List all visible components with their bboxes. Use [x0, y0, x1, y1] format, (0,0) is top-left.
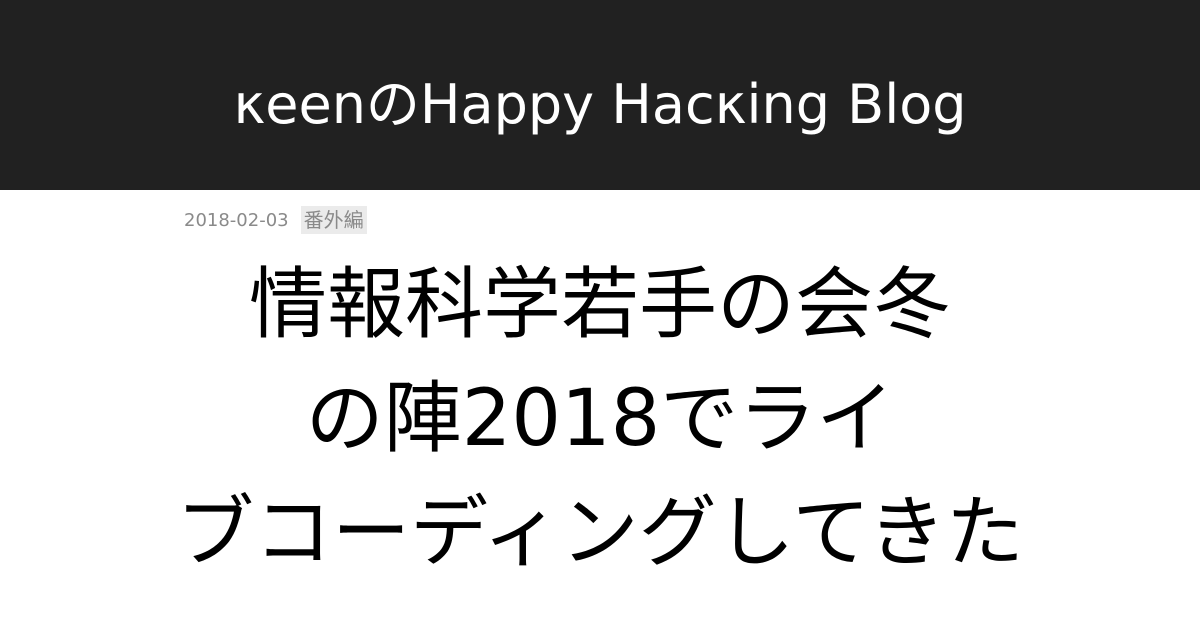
post-title-line: 情報科学若手の会冬 — [248, 260, 951, 350]
post-title-line: の陣2018でライ — [305, 374, 895, 464]
blog-title[interactable]: κeenのHappy Hacκing Blog — [233, 60, 966, 139]
post-title[interactable]: 情報科学若手の会冬 の陣2018でライ ブコーディングしてきた — [100, 248, 1100, 590]
blog-header: κeenのHappy Hacκing Blog — [0, 0, 1200, 190]
post-meta: 2018-02-03 番外編 — [184, 205, 367, 235]
post-title-line: ブコーディングしてきた — [176, 488, 1024, 578]
category-tag[interactable]: 番外編 — [300, 206, 367, 234]
post-date: 2018-02-03 — [184, 209, 289, 231]
